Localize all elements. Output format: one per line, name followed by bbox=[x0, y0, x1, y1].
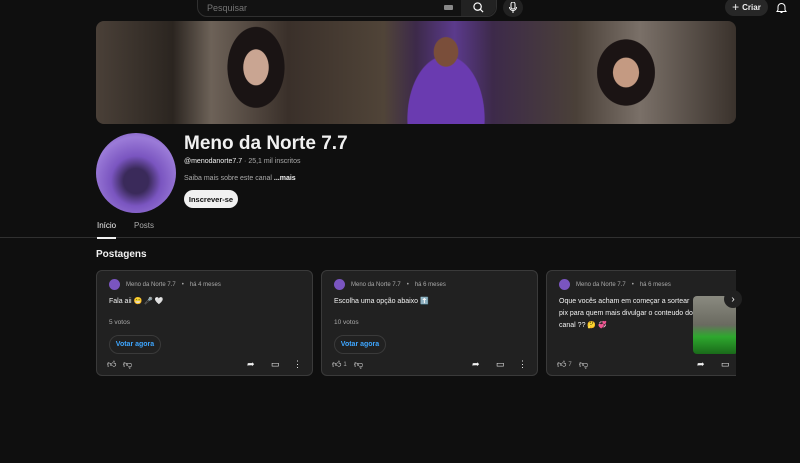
post-author[interactable]: Meno da Norte 7.7 bbox=[351, 282, 401, 288]
about-text: Saiba mais sobre este canal bbox=[184, 175, 272, 182]
post-card[interactable]: Meno da Norte 7.7 • há 6 meses Escolha uma… bbox=[321, 270, 538, 376]
vote-now-button[interactable]: Votar agora bbox=[109, 335, 161, 354]
search-input[interactable] bbox=[198, 2, 444, 13]
section-title: Postagens bbox=[96, 249, 147, 260]
share-button[interactable]: ➦ bbox=[472, 359, 480, 370]
keyboard-icon[interactable] bbox=[444, 5, 453, 10]
comment-icon: ▭ bbox=[271, 359, 280, 369]
create-button[interactable]: + Criar bbox=[725, 0, 768, 16]
share-icon: ➦ bbox=[697, 359, 705, 369]
subscribe-button[interactable]: Inscrever-se bbox=[184, 190, 238, 208]
more-options-button[interactable]: ⋮ bbox=[293, 359, 302, 370]
channel-tabs: Início Posts bbox=[0, 216, 800, 239]
author-avatar bbox=[559, 279, 570, 290]
post-text: Escolha uma opção abaixo ⬆️ bbox=[334, 298, 429, 305]
like-button[interactable]: 👍︎ bbox=[107, 359, 116, 370]
mic-icon bbox=[509, 2, 517, 13]
subscriber-count: 25,1 mil inscritos bbox=[248, 158, 301, 165]
thumbs-up-icon: 👍︎ bbox=[557, 359, 567, 369]
post-time: há 4 meses bbox=[189, 281, 221, 288]
comment-button[interactable]: ▭ bbox=[721, 359, 730, 370]
share-icon: ➦ bbox=[247, 359, 255, 369]
more-vert-icon: ⋮ bbox=[518, 359, 527, 369]
like-count: 7 bbox=[568, 361, 572, 368]
bell-icon bbox=[776, 3, 787, 13]
author-avatar bbox=[109, 279, 120, 290]
search-button[interactable] bbox=[461, 0, 496, 16]
thumbs-down-icon: 👎︎ bbox=[123, 359, 133, 369]
post-card[interactable]: Meno da Norte 7.7 • há 4 meses Fala aii 😁 … bbox=[96, 270, 313, 376]
thumbs-up-icon: 👍︎ bbox=[107, 359, 117, 369]
posts-carousel: Meno da Norte 7.7 • há 4 meses Fala aii 😁 … bbox=[96, 270, 736, 376]
channel-handle: @menodanorte7.7 bbox=[184, 158, 243, 165]
more-options-button[interactable]: ⋮ bbox=[518, 359, 527, 370]
post-author[interactable]: Meno da Norte 7.7 bbox=[126, 282, 176, 288]
voice-search-button[interactable] bbox=[503, 0, 523, 17]
channel-name: Meno da Norte 7.7 bbox=[184, 133, 348, 154]
comment-icon: ▭ bbox=[496, 359, 505, 369]
post-time: há 6 meses bbox=[414, 281, 446, 288]
channel-about[interactable]: Saiba mais sobre este canal ...mais bbox=[184, 175, 296, 182]
dislike-button[interactable]: 👎︎ bbox=[579, 359, 588, 370]
tab-inicio[interactable]: Início bbox=[97, 221, 117, 239]
search-bar[interactable] bbox=[197, 0, 497, 17]
thumbs-up-icon: 👍︎ bbox=[332, 359, 342, 369]
comment-icon: ▭ bbox=[721, 359, 730, 369]
share-button[interactable]: ➦ bbox=[247, 359, 255, 370]
like-button[interactable]: 👍︎ 7 bbox=[557, 359, 572, 370]
like-count: 1 bbox=[343, 361, 347, 368]
vote-count: 5 votos bbox=[109, 319, 130, 326]
like-button[interactable]: 👍︎ 1 bbox=[332, 359, 347, 370]
comment-button[interactable]: ▭ bbox=[271, 359, 280, 370]
channel-meta: @menodanorte7.7 · 25,1 mil inscritos bbox=[184, 158, 301, 165]
share-icon: ➦ bbox=[472, 359, 480, 369]
vote-now-button[interactable]: Votar agora bbox=[334, 335, 386, 354]
post-card[interactable]: Meno da Norte 7.7 • há 6 meses Oque vocês … bbox=[546, 270, 736, 376]
post-author[interactable]: Meno da Norte 7.7 bbox=[576, 282, 626, 288]
channel-avatar bbox=[96, 133, 176, 213]
comment-button[interactable]: ▭ bbox=[496, 359, 505, 370]
dislike-button[interactable]: 👎︎ bbox=[354, 359, 363, 370]
chevron-right-icon: › bbox=[731, 293, 735, 305]
share-button[interactable]: ➦ bbox=[697, 359, 705, 370]
thumbs-down-icon: 👎︎ bbox=[354, 359, 364, 369]
more-link[interactable]: ...mais bbox=[274, 175, 296, 182]
post-time: há 6 meses bbox=[639, 281, 671, 288]
carousel-next-button[interactable]: › bbox=[724, 290, 742, 308]
dislike-button[interactable]: 👎︎ bbox=[123, 359, 132, 370]
post-text: Fala aii 😁 🎤 🤍 bbox=[109, 298, 164, 305]
search-icon bbox=[473, 2, 484, 13]
notifications-button[interactable] bbox=[776, 1, 787, 19]
vote-count: 10 votos bbox=[334, 319, 359, 326]
plus-icon: + bbox=[732, 0, 740, 14]
thumbs-down-icon: 👎︎ bbox=[579, 359, 589, 369]
post-text: Oque vocês acham em começar a sortear pi… bbox=[559, 298, 693, 329]
tab-posts[interactable]: Posts bbox=[134, 221, 154, 230]
channel-banner bbox=[96, 21, 736, 124]
more-vert-icon: ⋮ bbox=[293, 359, 302, 369]
create-label: Criar bbox=[742, 2, 761, 12]
author-avatar bbox=[334, 279, 345, 290]
